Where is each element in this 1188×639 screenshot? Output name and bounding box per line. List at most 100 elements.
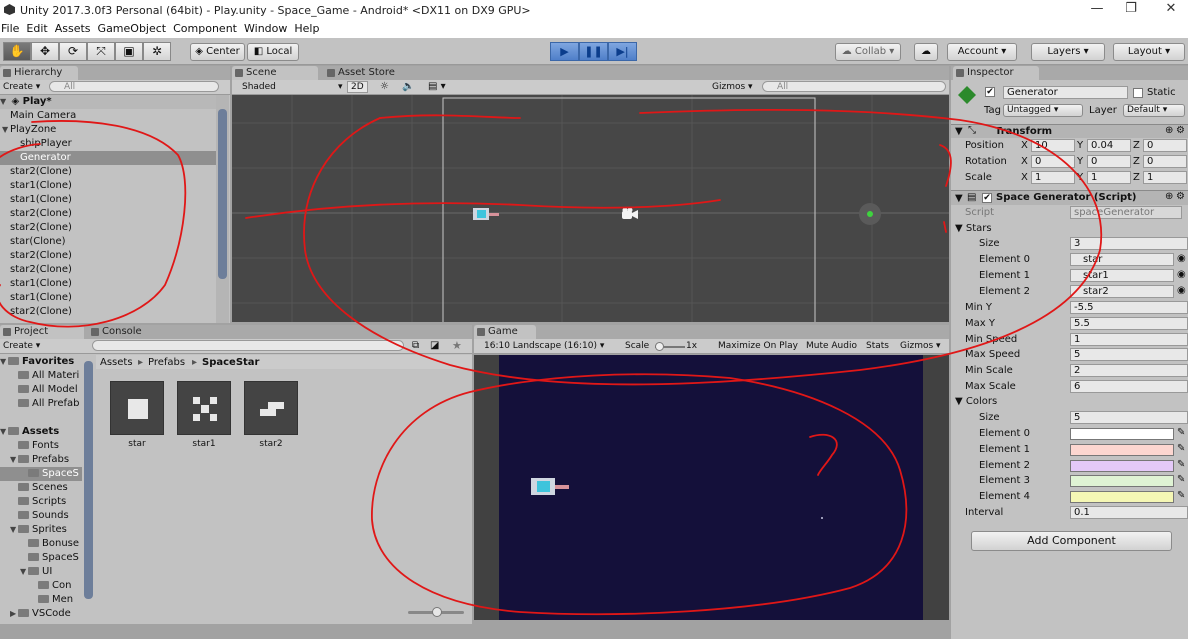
prefab-object-field[interactable]: star xyxy=(1070,253,1174,266)
project-folder-item[interactable]: SpaceS xyxy=(0,551,82,565)
axis-x-label[interactable]: X xyxy=(1021,140,1028,151)
layout-dropdown[interactable]: Layout ▾ xyxy=(1113,43,1185,61)
tab-inspector[interactable]: Inspector xyxy=(953,66,1039,80)
project-folder-item[interactable]: ▼ Prefabs xyxy=(0,453,82,467)
thumbnail-size-slider[interactable] xyxy=(408,607,464,617)
scale-slider[interactable] xyxy=(655,342,685,351)
project-folder-item[interactable]: Men xyxy=(0,593,82,607)
project-folder-item[interactable]: Sounds xyxy=(0,509,82,523)
colors-size-field[interactable]: 5 xyxy=(1070,411,1188,424)
project-folder-item[interactable]: ▼ Sprites xyxy=(0,523,82,537)
object-picker-icon[interactable]: ◉ xyxy=(1177,253,1186,264)
transform-y-field[interactable]: 1 xyxy=(1087,171,1131,184)
asset-star2-thumbnail[interactable] xyxy=(244,381,298,435)
maximize-on-play-toggle[interactable]: Maximize On Play xyxy=(718,341,798,351)
stars-size-field[interactable]: 3 xyxy=(1070,237,1188,250)
static-checkbox[interactable] xyxy=(1133,88,1143,98)
menu-gameobject[interactable]: GameObject xyxy=(97,20,173,35)
breadcrumb-assets[interactable]: Assets xyxy=(100,357,133,368)
project-folder-item[interactable]: ▼ Assets xyxy=(0,425,82,439)
generator-gizmo-icon[interactable] xyxy=(859,203,881,225)
fold-arrow-icon[interactable]: ▼ xyxy=(2,123,10,137)
project-folder-item[interactable]: All Prefab xyxy=(0,397,82,411)
script-component-header[interactable]: ▼ ▤ ✔ Space Generator (Script) ⊕ ⚙ xyxy=(951,190,1188,205)
asset-star1-thumbnail[interactable] xyxy=(177,381,231,435)
colors-label[interactable]: ▼ Colors xyxy=(955,396,997,407)
eyedropper-icon[interactable]: ✎ xyxy=(1177,490,1185,501)
game-viewport[interactable] xyxy=(499,355,923,620)
tab-hierarchy[interactable]: Hierarchy xyxy=(0,66,78,80)
scene-viewport[interactable] xyxy=(232,95,949,322)
eyedropper-icon[interactable]: ✎ xyxy=(1177,474,1185,485)
axis-z-label[interactable]: Z xyxy=(1133,140,1140,151)
axis-x-label[interactable]: X xyxy=(1021,156,1028,167)
transform-z-field[interactable]: 0 xyxy=(1143,155,1187,168)
tag-dropdown[interactable]: Untagged ▾ xyxy=(1003,104,1083,117)
color-swatch[interactable] xyxy=(1070,491,1174,504)
camera-gizmo-icon[interactable] xyxy=(620,207,640,221)
stars-label[interactable]: ▼ Stars xyxy=(955,223,992,234)
tab-console[interactable]: Console xyxy=(88,325,168,339)
collab-button[interactable]: ☁ Collab ▾ xyxy=(835,43,901,61)
minimize-button[interactable]: — xyxy=(1090,2,1104,16)
audio-icon[interactable]: 🔈 xyxy=(402,81,414,92)
hierarchy-item[interactable]: star2(Clone) xyxy=(0,165,216,179)
transform-z-field[interactable]: 0 xyxy=(1143,139,1187,152)
hierarchy-item[interactable]: star2(Clone) xyxy=(0,249,216,263)
axis-y-label[interactable]: Y xyxy=(1077,140,1083,151)
hierarchy-item[interactable]: shipPlayer xyxy=(0,137,216,151)
aspect-dropdown[interactable]: 16:10 Landscape (16:10) ▾ xyxy=(484,341,604,351)
hierarchy-item[interactable]: Generator xyxy=(0,151,216,165)
project-folder-item[interactable]: ▶ VSCode xyxy=(0,607,82,621)
menu-help[interactable]: Help xyxy=(293,20,325,35)
hierarchy-create-button[interactable]: Create ▾ xyxy=(3,82,40,92)
axis-x-label[interactable]: X xyxy=(1021,172,1028,183)
favorite-star-icon[interactable]: ★ xyxy=(452,339,462,352)
play-button[interactable]: ▶ xyxy=(550,42,579,61)
cloud-icon[interactable]: ☁ xyxy=(914,43,938,61)
project-folder-item[interactable]: Scripts xyxy=(0,495,82,509)
axis-y-label[interactable]: Y xyxy=(1077,172,1083,183)
eyedropper-icon[interactable]: ✎ xyxy=(1177,459,1185,470)
object-picker-icon[interactable]: ◉ xyxy=(1177,269,1186,280)
project-tree-scrollbar[interactable] xyxy=(82,355,95,624)
transform-settings-icon[interactable]: ⚙ xyxy=(1176,125,1185,136)
property-field[interactable]: -5.5 xyxy=(1070,301,1188,314)
layers-dropdown[interactable]: Layers ▾ xyxy=(1031,43,1105,61)
project-tree-scroll-thumb[interactable] xyxy=(84,361,93,599)
property-field[interactable]: 2 xyxy=(1070,364,1188,378)
gameobject-name-field[interactable]: Generator xyxy=(1003,86,1128,99)
rect-tool-icon[interactable]: ▣ xyxy=(115,42,143,61)
eyedropper-icon[interactable]: ✎ xyxy=(1177,427,1185,438)
transform-tool-icon[interactable]: ✲ xyxy=(143,42,171,61)
add-component-button[interactable]: Add Component xyxy=(971,531,1172,551)
ship-sprite-icon[interactable] xyxy=(473,205,499,223)
hierarchy-item[interactable]: star1(Clone) xyxy=(0,179,216,193)
hierarchy-item[interactable]: ▼ PlayZone xyxy=(0,123,216,137)
tab-asset-store[interactable]: Asset Store xyxy=(324,66,410,80)
pivot-local-button[interactable]: ◧ Local xyxy=(247,43,299,61)
scale-tool-icon[interactable]: ⤧ xyxy=(87,42,115,61)
tab-scene[interactable]: Scene xyxy=(232,66,318,80)
mute-audio-toggle[interactable]: Mute Audio xyxy=(806,341,857,351)
hierarchy-item[interactable]: star(Clone) xyxy=(0,235,216,249)
menu-assets[interactable]: Assets xyxy=(54,20,97,35)
transform-y-field[interactable]: 0 xyxy=(1087,155,1131,168)
hierarchy-item[interactable]: star2(Clone) xyxy=(0,207,216,221)
project-folder-item[interactable]: All Materi xyxy=(0,369,82,383)
shading-dropdown[interactable]: Shaded xyxy=(242,82,276,92)
property-field[interactable]: 5.5 xyxy=(1070,316,1188,330)
fold-arrow-icon[interactable]: ▼ xyxy=(20,565,28,579)
transform-help-icon[interactable]: ⊕ xyxy=(1165,125,1173,136)
axis-z-label[interactable]: Z xyxy=(1133,156,1140,167)
transform-header[interactable]: ▼ ⤡ Transform ⊕ ⚙ xyxy=(951,124,1188,138)
fold-arrow-icon[interactable]: ▼ xyxy=(10,523,18,537)
project-folder-item[interactable]: Scenes xyxy=(0,481,82,495)
project-search-input[interactable] xyxy=(92,340,404,351)
hand-tool-icon[interactable]: ✋ xyxy=(3,42,31,61)
transform-z-field[interactable]: 1 xyxy=(1143,171,1187,184)
script-settings-icon[interactable]: ⚙ xyxy=(1176,191,1185,202)
active-checkbox[interactable]: ✔ xyxy=(985,87,995,97)
color-swatch[interactable] xyxy=(1070,459,1174,472)
move-tool-icon[interactable]: ✥ xyxy=(31,42,59,61)
